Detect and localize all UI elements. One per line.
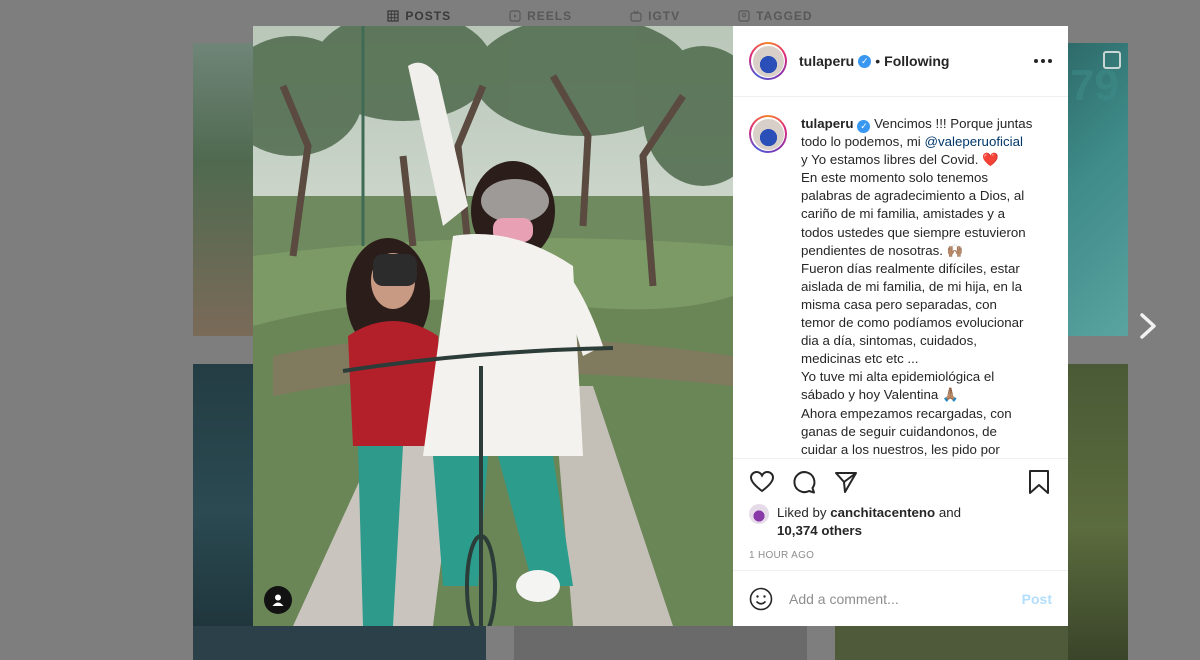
caption-line: cuidar a los nuestros, les pido por bbox=[801, 441, 1000, 457]
carousel-icon bbox=[1103, 51, 1121, 69]
tab-igtv-label: IGTV bbox=[648, 9, 681, 23]
reels-icon bbox=[509, 10, 521, 22]
separator-dot: • bbox=[875, 53, 881, 69]
post-detail-panel: tulaperu ✓ • Following tulaperu ✓ Vencimo… bbox=[733, 26, 1068, 626]
caption-avatar[interactable] bbox=[749, 115, 787, 153]
post-comment-button[interactable]: Post bbox=[1022, 591, 1052, 607]
comment-input[interactable] bbox=[787, 589, 1008, 608]
caption-username[interactable]: tulaperu bbox=[801, 116, 853, 131]
caption-line: Fueron días realmente difíciles, estar bbox=[801, 260, 1020, 276]
mention-link[interactable]: @valeperuoficial bbox=[924, 134, 1023, 149]
heart-icon[interactable] bbox=[749, 469, 775, 495]
background-post-thumbnail[interactable]: 79 bbox=[1068, 43, 1128, 336]
background-post-thumbnail[interactable] bbox=[835, 626, 1068, 660]
background-post-thumbnail[interactable] bbox=[193, 626, 486, 660]
tab-tagged[interactable]: TAGGED bbox=[738, 9, 812, 23]
background-post-thumbnail[interactable] bbox=[514, 626, 807, 660]
caption-line: todo lo podemos, mi bbox=[801, 134, 921, 150]
caption-line: palabras de agradecimiento a Dios, al bbox=[801, 188, 1025, 204]
user-tag-button[interactable] bbox=[264, 586, 292, 614]
post-header: tulaperu ✓ • Following bbox=[733, 26, 1068, 97]
verified-badge-icon: ✓ bbox=[858, 54, 872, 68]
caption-line: Yo tuve mi alta epidemiológica el bbox=[801, 369, 995, 385]
caption-area: tulaperu ✓ Vencimos !!! Porque juntas tod… bbox=[733, 97, 1068, 458]
caption-line: cariño de mi familia, amistades y a bbox=[801, 206, 1005, 222]
username-link[interactable]: tulaperu bbox=[799, 53, 854, 69]
background-post-thumbnail[interactable] bbox=[1068, 364, 1128, 660]
likes-summary: Liked by canchitacenteno and 10,374 othe… bbox=[733, 504, 1068, 540]
praying-hands-emoji: 🙏🏽 bbox=[941, 387, 959, 403]
caption-line: medicinas etc etc ... bbox=[801, 351, 919, 367]
caption-line: misma casa pero separadas, con bbox=[801, 296, 997, 312]
comment-bar: Post bbox=[733, 570, 1068, 626]
caption-line: todos ustedes que siempre estuvieron bbox=[801, 224, 1026, 240]
raised-hands-emoji: 🙌🏽 bbox=[946, 242, 964, 258]
caption-line: Vencimos !!! Porque juntas bbox=[874, 116, 1033, 131]
grid-icon bbox=[387, 10, 400, 22]
caption-line: aislada de mi familia, de mi hija, en la bbox=[801, 278, 1022, 294]
tab-posts[interactable]: POSTS bbox=[387, 9, 451, 23]
likes-count-link[interactable]: 10,374 others bbox=[777, 523, 862, 538]
following-button[interactable]: Following bbox=[884, 53, 949, 69]
bookmark-icon[interactable] bbox=[1026, 469, 1052, 495]
verified-badge-icon: ✓ bbox=[857, 120, 871, 133]
tab-reels-label: REELS bbox=[527, 9, 573, 23]
action-bar bbox=[733, 458, 1068, 504]
tab-reels[interactable]: REELS bbox=[509, 9, 572, 23]
caption-line: Ahora empezamos recargadas, con bbox=[801, 405, 1012, 421]
background-post-thumbnail[interactable] bbox=[193, 364, 253, 660]
heart-emoji: ❤️ bbox=[982, 152, 999, 168]
tab-tagged-label: TAGGED bbox=[756, 9, 813, 23]
more-options-icon[interactable] bbox=[1034, 59, 1052, 63]
share-icon[interactable] bbox=[833, 469, 859, 495]
avatar[interactable] bbox=[749, 42, 787, 80]
caption-text: tulaperu ✓ Vencimos !!! Porque juntas tod… bbox=[801, 115, 1041, 458]
profile-tabs: POSTS REELS IGTV TAGGED bbox=[0, 9, 1200, 23]
tagged-icon bbox=[738, 10, 750, 22]
comment-icon[interactable] bbox=[791, 469, 817, 495]
liked-by-and: and bbox=[938, 505, 962, 520]
user-icon bbox=[272, 594, 284, 606]
liker-username-link[interactable]: canchitacenteno bbox=[830, 505, 935, 520]
caption-line: sábado y hoy Valentina bbox=[801, 387, 939, 403]
liker-avatar[interactable] bbox=[749, 504, 769, 524]
caption-line: temor de como podíamos evolucionar bbox=[801, 315, 1024, 331]
post-image bbox=[253, 26, 733, 626]
caption-line: y Yo estamos libres del Covid. bbox=[801, 152, 979, 168]
background-post-thumbnail[interactable] bbox=[193, 43, 253, 336]
igtv-icon bbox=[630, 10, 642, 22]
tab-posts-label: POSTS bbox=[405, 9, 452, 23]
post-timestamp[interactable]: 1 HOUR AGO bbox=[733, 540, 1068, 561]
caption-line: En este momento solo tenemos bbox=[801, 170, 988, 186]
tab-igtv[interactable]: IGTV bbox=[630, 9, 680, 23]
emoji-icon[interactable] bbox=[749, 587, 773, 611]
caption-line: dia a día, sintomas, cuidados, bbox=[801, 333, 977, 349]
caption-line: pendientes de nosotras. bbox=[801, 242, 943, 258]
caption-line: ganas de seguir cuidandonos, de bbox=[801, 423, 997, 439]
liked-by-prefix: Liked by bbox=[777, 505, 827, 520]
next-post-arrow-icon[interactable] bbox=[1136, 312, 1160, 340]
